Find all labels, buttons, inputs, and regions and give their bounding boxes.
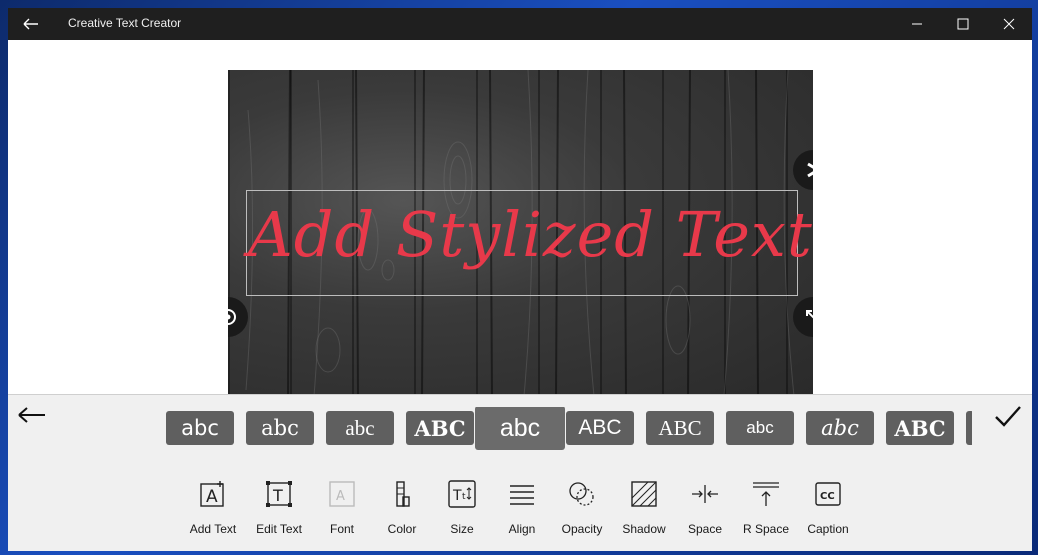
editor-panel: abc abc abc ABC abc ABC ABC abc abc ABC …	[8, 394, 1032, 551]
style-presets-row: abc abc abc ABC abc ABC ABC abc abc ABC	[164, 407, 972, 455]
tool-edit-text[interactable]: T Edit Text	[246, 479, 312, 539]
style-preset[interactable]: abc	[726, 411, 794, 445]
style-preset-partial[interactable]	[966, 411, 972, 445]
style-preset[interactable]: ABC	[646, 411, 714, 445]
title-bar: Creative Text Creator	[8, 8, 1032, 40]
style-preset[interactable]: abc	[326, 411, 394, 445]
tool-opacity[interactable]: Opacity	[549, 479, 615, 539]
svg-text:A: A	[336, 489, 345, 504]
close-button[interactable]	[986, 8, 1032, 40]
back-arrow-icon[interactable]	[16, 403, 48, 427]
tool-add-text[interactable]: A Add Text	[180, 479, 246, 539]
edit-text-icon: T	[266, 481, 292, 507]
image-canvas[interactable]: Add Stylized Text	[228, 70, 813, 396]
back-arrow-icon[interactable]	[20, 14, 44, 34]
font-icon: A	[329, 481, 355, 507]
window-title: Creative Text Creator	[68, 16, 182, 30]
tool-font[interactable]: A Font	[309, 479, 375, 539]
style-preset[interactable]: abc	[166, 411, 234, 445]
svg-text:A: A	[206, 487, 218, 507]
style-preset[interactable]: ABC	[406, 411, 474, 445]
tool-align[interactable]: Align	[489, 479, 555, 539]
tool-caption[interactable]: CC Caption	[795, 479, 861, 539]
align-icon	[510, 485, 534, 505]
confirm-check-icon[interactable]	[992, 403, 1024, 429]
shadow-icon	[631, 481, 657, 507]
caption-icon: CC	[815, 482, 841, 506]
style-preset[interactable]: ABC	[886, 411, 954, 445]
minimize-button[interactable]	[894, 8, 940, 40]
svg-text:T: T	[272, 486, 283, 505]
style-preset[interactable]: ABC	[566, 411, 634, 445]
svg-text:T: T	[452, 488, 462, 504]
style-preset-selected[interactable]: abc	[475, 407, 565, 450]
svg-text:CC: CC	[820, 491, 835, 502]
stylized-text[interactable]: Add Stylized Text	[248, 198, 812, 271]
tool-space[interactable]: Space	[672, 479, 738, 539]
row-space-icon	[753, 482, 779, 506]
tool-row-space[interactable]: R Space	[733, 479, 799, 539]
maximize-button[interactable]	[940, 8, 986, 40]
opacity-icon	[569, 482, 594, 506]
tool-shadow[interactable]: Shadow	[611, 479, 677, 539]
tool-color[interactable]: Color	[369, 479, 435, 539]
svg-text:t: t	[462, 492, 466, 502]
color-icon	[396, 481, 410, 507]
style-preset[interactable]: abc	[246, 411, 314, 445]
add-text-icon: A	[200, 481, 224, 507]
style-preset[interactable]: abc	[806, 411, 874, 445]
tool-size[interactable]: T t Size	[429, 479, 495, 539]
space-icon	[692, 485, 718, 503]
size-icon: T t	[448, 480, 476, 508]
app-window: Creative Text Creator Add Stylized Text …	[8, 8, 1032, 551]
